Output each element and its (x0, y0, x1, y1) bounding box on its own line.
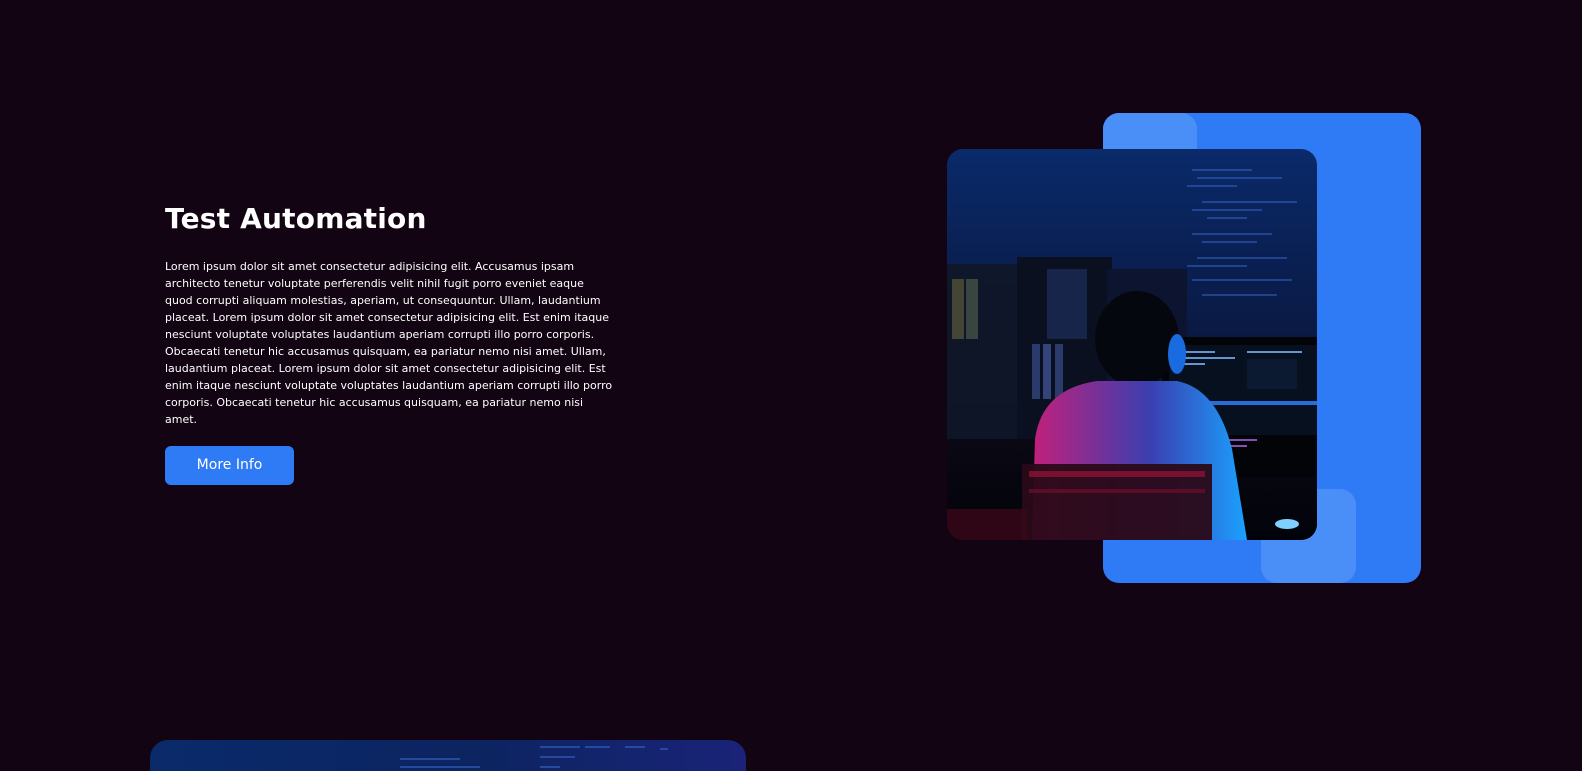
next-section-image (150, 740, 746, 771)
decorative-accent-top (1103, 113, 1197, 151)
service-section: Test Automation Lorem ipsum dolor sit am… (165, 200, 615, 485)
section-description: Lorem ipsum dolor sit amet consectetur a… (165, 260, 613, 426)
page: Test Automation Lorem ipsum dolor sit am… (0, 0, 1582, 771)
developer-at-computer-image (947, 149, 1317, 540)
next-section-illustration (400, 746, 668, 768)
section-title: Test Automation (165, 202, 427, 235)
photo-illustration (947, 169, 1317, 540)
more-info-button[interactable]: More Info (165, 446, 294, 485)
